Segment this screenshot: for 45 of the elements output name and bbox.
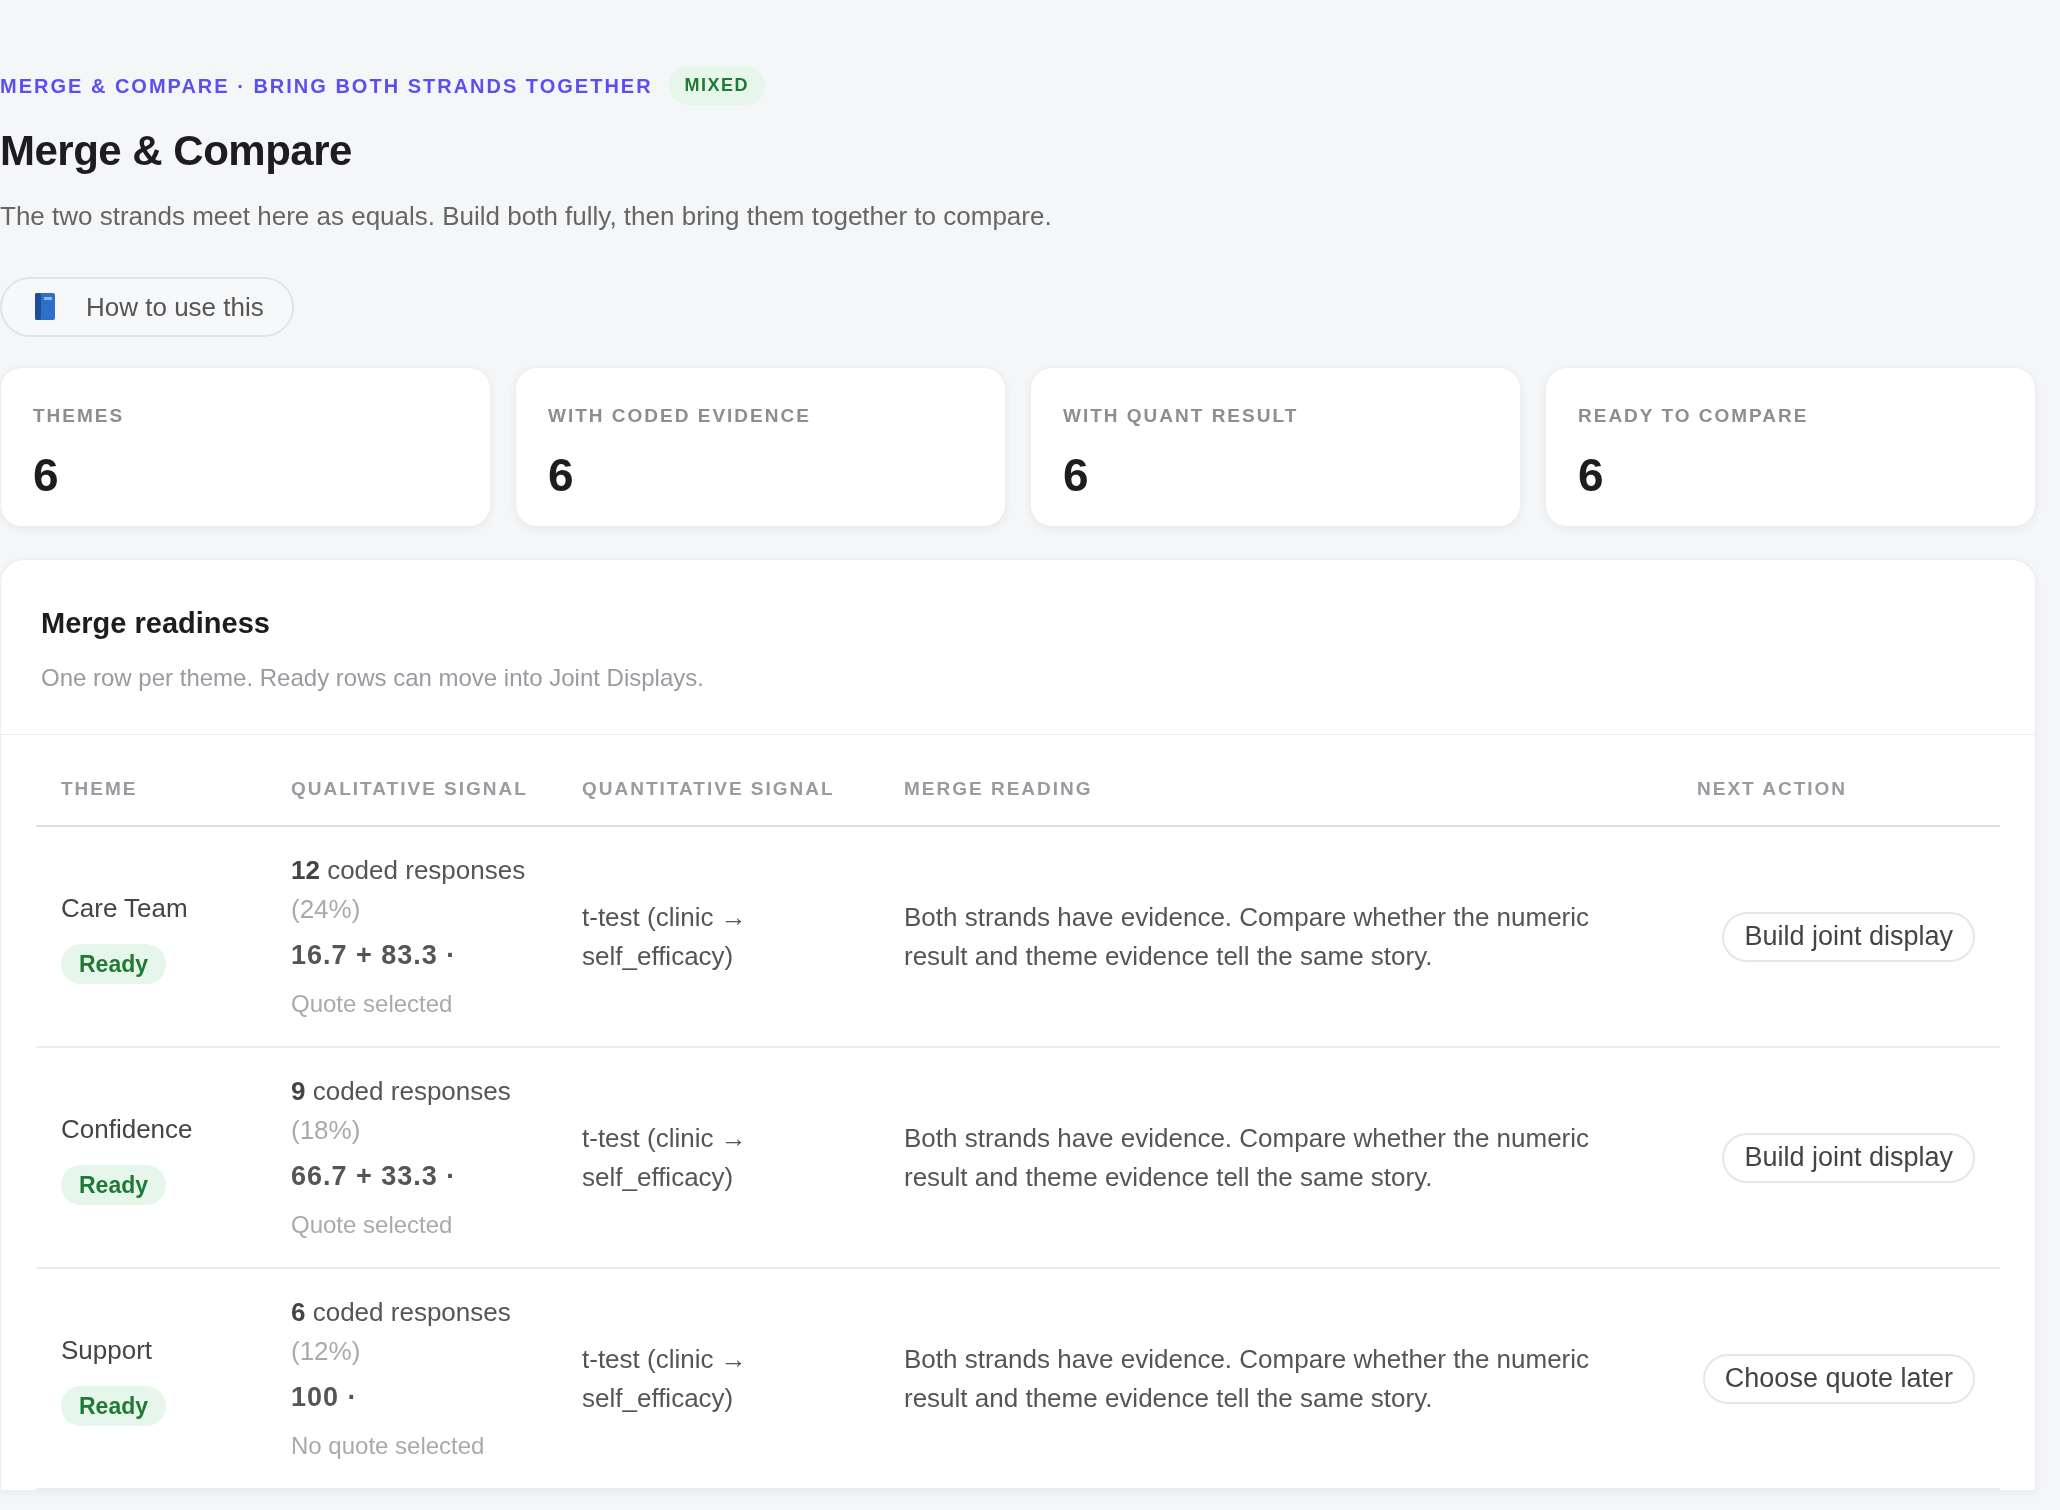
next-action-button[interactable]: Choose quote later xyxy=(1702,1353,1975,1404)
page-title: Merge & Compare xyxy=(0,126,353,176)
split-value: 100 · xyxy=(291,1381,358,1415)
status-badge: Ready xyxy=(61,1385,167,1427)
breadcrumb-eyebrow: MERGE & COMPARE · BRING BOTH STRANDS TOGETHER xyxy=(0,73,653,99)
merge-reading: Both strands have evidence. Compare whether the numeric result and theme evidence tell the same story. xyxy=(904,1121,1591,1194)
book-icon xyxy=(32,292,58,322)
next-action-button[interactable]: Build joint display xyxy=(1722,911,1975,962)
coded-responses: 12 coded responses (24%) xyxy=(291,854,527,927)
quant-signal: t-test (clinic → self_efficacy) xyxy=(582,1121,748,1194)
quant-signal: t-test (clinic → self_efficacy) xyxy=(582,1342,748,1415)
stat-label: READY TO COMPARE xyxy=(1578,404,1810,428)
stat-value: 6 xyxy=(1063,447,1090,503)
column-header: QUANTITATIVE SIGNAL xyxy=(582,776,836,801)
page-description: The two strands meet here as equals. Build both fully, then bring them together to compare. xyxy=(0,200,1053,233)
help-button[interactable]: How to use this xyxy=(0,277,294,337)
column-header: MERGE READING xyxy=(904,776,1094,801)
theme-name: Confidence xyxy=(61,1112,193,1146)
stat-label: WITH QUANT RESULT xyxy=(1063,404,1300,428)
quote-status: No quote selected xyxy=(291,1430,485,1461)
quote-status: Quote selected xyxy=(291,988,453,1019)
panel-subtitle: One row per theme. Ready rows can move into Joint Displays. xyxy=(41,662,705,693)
stat-value: 6 xyxy=(33,447,60,503)
split-value: 66.7 + 33.3 · xyxy=(291,1160,457,1194)
stat-label: THEMES xyxy=(33,404,126,428)
merge-reading: Both strands have evidence. Compare whether the numeric result and theme evidence tell the same story. xyxy=(904,1342,1591,1415)
theme-name: Care Team xyxy=(61,891,188,925)
status-badge: Ready xyxy=(61,943,167,985)
stat-label: WITH CODED EVIDENCE xyxy=(548,404,812,428)
quote-status: Quote selected xyxy=(291,1209,453,1240)
merge-reading: Both strands have evidence. Compare whether the numeric result and theme evidence tell the same story. xyxy=(904,900,1591,973)
coded-responses: 9 coded responses (18%) xyxy=(291,1075,512,1148)
theme-name: Support xyxy=(61,1333,153,1367)
column-header: QUALITATIVE SIGNAL xyxy=(291,776,529,801)
panel-title: Merge readiness xyxy=(41,606,271,641)
status-badge: Ready xyxy=(61,1164,167,1206)
mode-badge: MIXED xyxy=(668,66,766,105)
split-value: 16.7 + 83.3 · xyxy=(291,939,457,973)
stat-value: 6 xyxy=(548,447,575,503)
coded-responses: 6 coded responses (12%) xyxy=(291,1296,512,1369)
quant-signal: t-test (clinic → self_efficacy) xyxy=(582,900,748,973)
next-action-button[interactable]: Build joint display xyxy=(1722,1132,1975,1183)
column-header: NEXT ACTION xyxy=(1697,776,1849,801)
column-header: THEME xyxy=(61,776,139,801)
stat-value: 6 xyxy=(1578,447,1605,503)
